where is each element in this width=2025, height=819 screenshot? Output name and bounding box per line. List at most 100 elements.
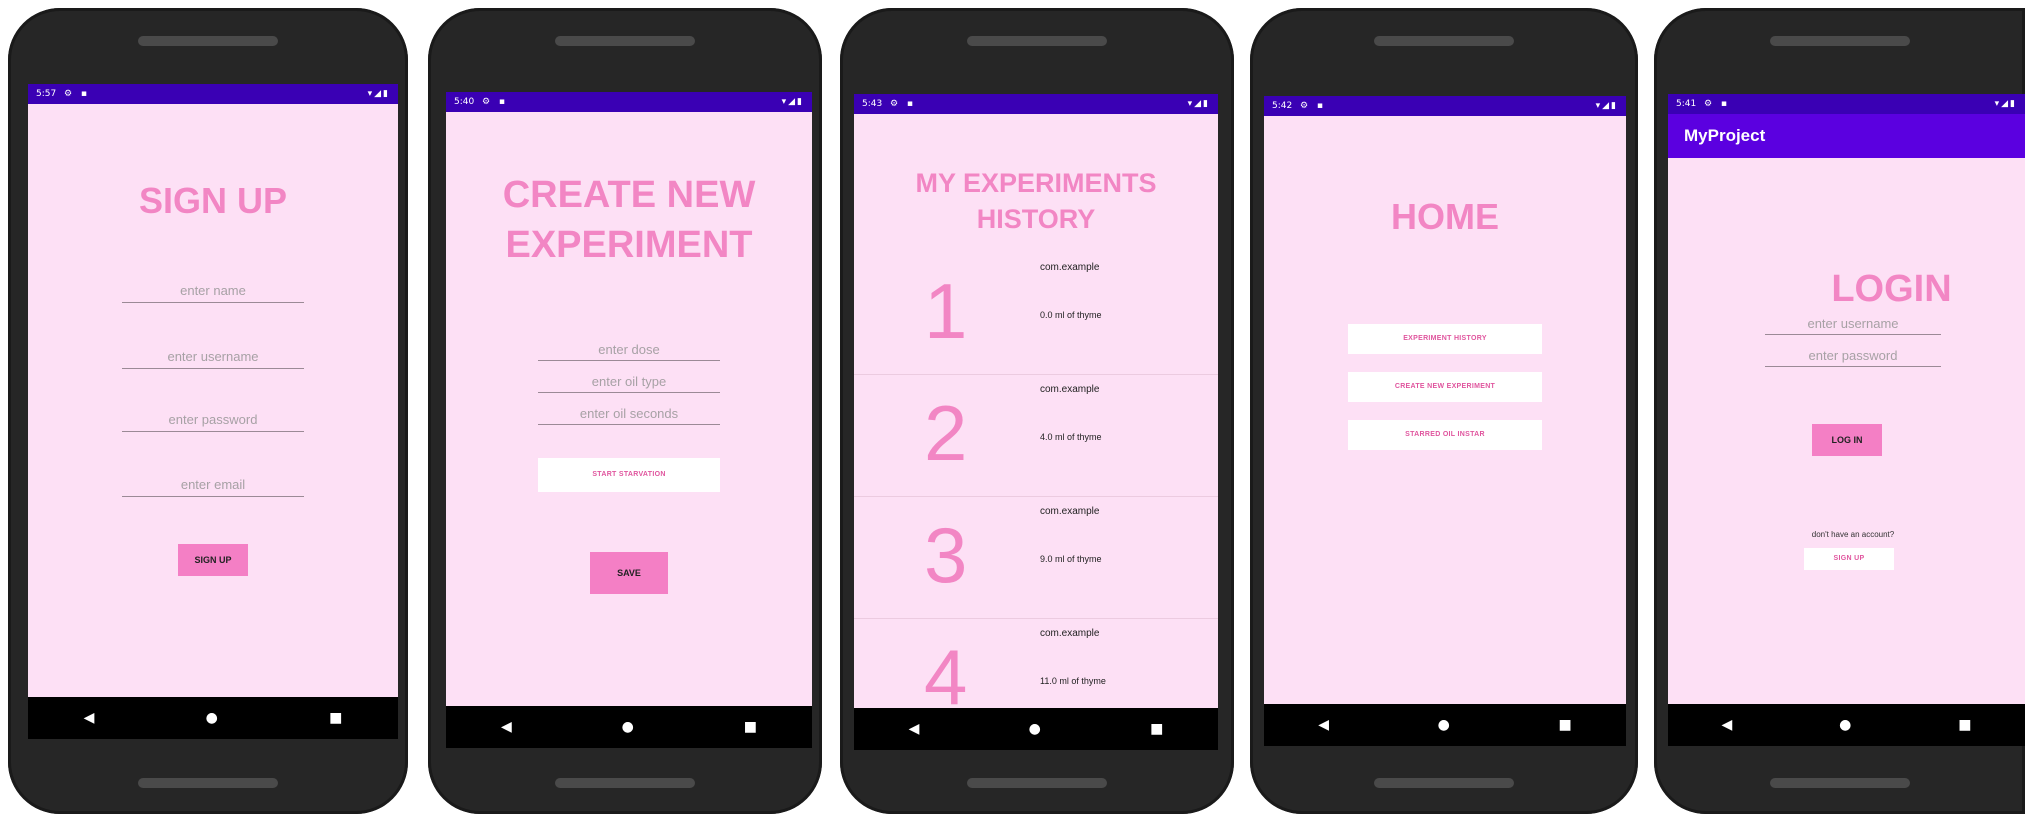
page-title-line2: EXPERIMENT — [505, 224, 753, 266]
status-signal-battery-icons: ▾◢▮ — [1994, 99, 2017, 109]
nav-bar: ◀ ● ■ — [1264, 704, 1626, 746]
recents-icon[interactable]: ■ — [744, 719, 757, 735]
username-field[interactable]: enter username — [1765, 314, 1941, 335]
bottom-speaker — [967, 778, 1107, 788]
status-notification-icons: ⚙ ▪ — [1300, 101, 1327, 111]
history-item-dose: 0.0 ml of thyme — [1040, 310, 1102, 320]
history-item-name: com.example — [1040, 628, 1100, 639]
home-icon[interactable]: ● — [622, 719, 634, 735]
screen-signup: 5:57 ⚙ ▪ ▾◢▮ SIGN UP enter name enter us… — [28, 84, 398, 739]
phone-create-experiment: 5:40 ⚙ ▪ ▾◢▮ CREATE NEW EXPERIMENT enter… — [428, 8, 822, 814]
earpiece-speaker — [138, 36, 278, 46]
status-time: 5:42 — [1272, 101, 1293, 111]
signup-button[interactable]: SIGN UP — [178, 544, 248, 576]
create-new-experiment-button[interactable]: CREATE NEW EXPERIMENT — [1348, 372, 1542, 402]
password-field[interactable]: enter password — [1765, 346, 1941, 367]
save-button[interactable]: SAVE — [590, 552, 668, 594]
username-field[interactable]: enter username — [122, 346, 304, 369]
start-starvation-button[interactable]: START STARVATION — [538, 458, 720, 492]
phone-home: 5:42 ⚙ ▪ ▾◢▮ HOME EXPERIMENT HISTORY CRE… — [1250, 8, 1638, 814]
nav-bar: ◀ ● ■ — [1668, 704, 2025, 746]
nav-bar: ◀ ● ■ — [28, 697, 398, 739]
status-notification-icons: ⚙ ▪ — [890, 99, 917, 109]
status-signal-battery-icons: ▾◢▮ — [1187, 99, 1210, 109]
recents-icon[interactable]: ■ — [1150, 721, 1163, 737]
oil-type-field[interactable]: enter oil type — [538, 372, 720, 393]
app-bar-title: MyProject — [1668, 114, 2025, 158]
earpiece-speaker — [967, 36, 1107, 46]
history-item-number: 2 — [924, 389, 968, 477]
back-icon[interactable]: ◀ — [909, 721, 920, 737]
status-time: 5:40 — [454, 97, 475, 107]
status-time: 5:43 — [862, 99, 883, 109]
no-account-label: don't have an account? — [1811, 530, 1895, 539]
history-item[interactable]: 3 com.example 9.0 ml of thyme — [854, 496, 1218, 619]
oil-seconds-field[interactable]: enter oil seconds — [538, 404, 720, 425]
earpiece-speaker — [555, 36, 695, 46]
screen-history: 5:43 ⚙ ▪ ▾◢▮ MY EXPERIMENTS HISTORY 1 co… — [854, 94, 1218, 750]
starred-oil-button[interactable]: STARRED OIL INSTAR — [1348, 420, 1542, 450]
back-icon[interactable]: ◀ — [501, 719, 512, 735]
history-item[interactable]: 2 com.example 4.0 ml of thyme — [854, 374, 1218, 497]
recents-icon[interactable]: ■ — [1958, 717, 1971, 733]
status-time: 5:41 — [1676, 99, 1697, 109]
page-title-line1: CREATE NEW — [502, 174, 756, 216]
status-bar: 5:42 ⚙ ▪ ▾◢▮ — [1264, 96, 1626, 116]
back-icon[interactable]: ◀ — [84, 710, 95, 726]
status-bar: 5:43 ⚙ ▪ ▾◢▮ — [854, 94, 1218, 114]
back-icon[interactable]: ◀ — [1721, 717, 1732, 733]
home-icon[interactable]: ● — [1438, 717, 1450, 733]
status-signal-battery-icons: ▾◢▮ — [1595, 101, 1618, 111]
history-item-name: com.example — [1040, 262, 1100, 273]
nav-bar: ◀ ● ■ — [446, 706, 812, 748]
nav-bar: ◀ ● ■ — [854, 708, 1218, 750]
screen-login: 5:41 ⚙ ▪ ▾◢▮ MyProject LOGIN enter usern… — [1668, 94, 2025, 746]
page-title: SIGN UP — [138, 180, 288, 221]
history-item-name: com.example — [1040, 506, 1100, 517]
page-title-line2: HISTORY — [976, 204, 1096, 234]
screen-home: 5:42 ⚙ ▪ ▾◢▮ HOME EXPERIMENT HISTORY CRE… — [1264, 96, 1626, 746]
history-item-dose: 4.0 ml of thyme — [1040, 432, 1102, 442]
home-icon[interactable]: ● — [206, 710, 218, 726]
status-signal-battery-icons: ▾◢▮ — [781, 97, 804, 107]
status-notification-icons: ⚙ ▪ — [64, 89, 91, 99]
email-field[interactable]: enter email — [122, 474, 304, 497]
status-notification-icons: ⚙ ▪ — [1704, 99, 1731, 109]
earpiece-speaker — [1769, 36, 1910, 46]
page-title-line1: MY EXPERIMENTS — [915, 168, 1157, 198]
page-title: LOGIN — [1831, 268, 1952, 310]
history-item-number: 3 — [924, 511, 968, 599]
status-signal-battery-icons: ▾◢▮ — [367, 89, 390, 99]
phone-signup: 5:57 ⚙ ▪ ▾◢▮ SIGN UP enter name enter us… — [8, 8, 408, 814]
status-bar: 5:40 ⚙ ▪ ▾◢▮ — [446, 92, 812, 112]
history-item[interactable]: 1 com.example 0.0 ml of thyme — [854, 252, 1218, 375]
recents-icon[interactable]: ■ — [329, 710, 342, 726]
back-icon[interactable]: ◀ — [1318, 717, 1329, 733]
screen-create-experiment: 5:40 ⚙ ▪ ▾◢▮ CREATE NEW EXPERIMENT enter… — [446, 92, 812, 748]
bottom-speaker — [1769, 778, 1910, 788]
history-item-dose: 11.0 ml of thyme — [1040, 676, 1106, 686]
home-icon[interactable]: ● — [1029, 721, 1041, 737]
signup-button[interactable]: SIGN UP — [1804, 548, 1894, 570]
home-icon[interactable]: ● — [1839, 717, 1851, 733]
bottom-speaker — [138, 778, 278, 788]
history-item-name: com.example — [1040, 384, 1100, 395]
experiment-history-button[interactable]: EXPERIMENT HISTORY — [1348, 324, 1542, 354]
recents-icon[interactable]: ■ — [1558, 717, 1571, 733]
status-bar: 5:41 ⚙ ▪ ▾◢▮ — [1668, 94, 2025, 114]
status-bar: 5:57 ⚙ ▪ ▾◢▮ — [28, 84, 398, 104]
bottom-speaker — [1374, 778, 1514, 788]
status-time: 5:57 — [36, 89, 57, 99]
earpiece-speaker — [1374, 36, 1514, 46]
login-button[interactable]: LOG IN — [1812, 424, 1882, 456]
password-field[interactable]: enter password — [122, 409, 304, 432]
phone-history: 5:43 ⚙ ▪ ▾◢▮ MY EXPERIMENTS HISTORY 1 co… — [840, 8, 1234, 814]
bottom-speaker — [555, 778, 695, 788]
dose-field[interactable]: enter dose — [538, 340, 720, 361]
page-title: HOME — [1391, 196, 1499, 237]
history-item-dose: 9.0 ml of thyme — [1040, 554, 1102, 564]
status-notification-icons: ⚙ ▪ — [482, 97, 509, 107]
name-field[interactable]: enter name — [122, 280, 304, 303]
phone-login: 5:41 ⚙ ▪ ▾◢▮ MyProject LOGIN enter usern… — [1654, 8, 2025, 814]
history-item-number: 1 — [924, 267, 968, 355]
